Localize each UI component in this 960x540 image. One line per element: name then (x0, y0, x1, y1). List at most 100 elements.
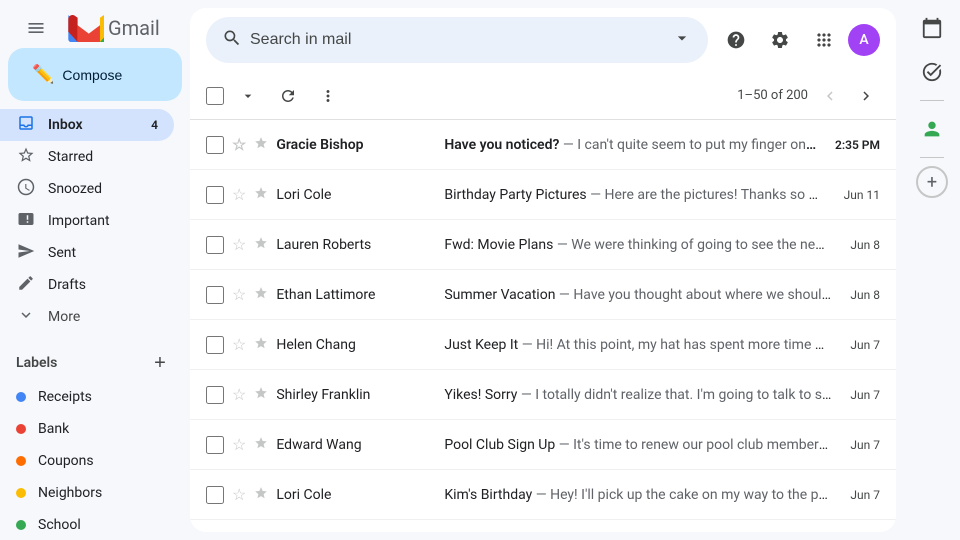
star-icon[interactable]: ☆ (232, 135, 246, 154)
star-icon[interactable]: ☆ (232, 185, 246, 204)
email-row[interactable]: ☆ Edward Wang Pool Club Sign Up — It's t… (190, 420, 896, 470)
email-checkbox[interactable] (206, 336, 224, 354)
sent-icon (16, 242, 36, 265)
email-row[interactable]: ☆ Lauren Roberts Fwd: Movie Plans — We w… (190, 220, 896, 270)
star-icon[interactable]: ☆ (232, 385, 246, 404)
right-sidebar-divider2 (920, 157, 944, 158)
label-dot-coupons (16, 456, 26, 466)
email-sender: Ethan Lattimore (276, 287, 436, 303)
add-label-button[interactable]: + (146, 349, 174, 377)
help-button[interactable] (716, 20, 756, 60)
compose-button[interactable]: ✏️ Compose (8, 48, 182, 101)
contacts-icon-btn[interactable] (912, 109, 952, 149)
email-date: Jun 7 (850, 488, 880, 502)
sidebar-item-starred[interactable]: Starred (0, 141, 174, 173)
sent-label: Sent (48, 245, 76, 261)
email-checkbox[interactable] (206, 486, 224, 504)
pagination-info: 1–50 of 200 (737, 82, 880, 110)
email-checkbox[interactable] (206, 386, 224, 404)
email-row[interactable]: ☆ Lori Cole Birthday Party Pictures — He… (190, 170, 896, 220)
select-all-checkbox[interactable] (206, 87, 224, 105)
nav-more-label: More (48, 309, 80, 325)
email-checkbox[interactable] (206, 236, 224, 254)
email-sender: Lori Cole (276, 487, 436, 503)
email-checkbox[interactable] (206, 286, 224, 304)
sidebar-item-inbox[interactable]: Inbox 4 (0, 109, 174, 141)
main-content: A 1–50 of 200 ☆ Gracie B (190, 8, 896, 532)
email-row[interactable]: ☆ Janice Castro Fwd: End of the Year Par… (190, 520, 896, 532)
label-bank[interactable]: Bank (0, 413, 174, 445)
email-snippet: — I can't quite seem to put my finger on… (559, 137, 819, 153)
star-icon[interactable]: ☆ (232, 285, 246, 304)
email-row[interactable]: ☆ Shirley Franklin Yikes! Sorry — I tota… (190, 370, 896, 420)
label-receipts-text: Receipts (38, 389, 92, 405)
next-page-button[interactable] (852, 82, 880, 110)
label-school-text: School (38, 517, 81, 533)
star-icon[interactable]: ☆ (232, 335, 246, 354)
important-icon (254, 386, 268, 404)
right-sidebar-divider (920, 100, 944, 101)
email-checkbox[interactable] (206, 186, 224, 204)
label-dot-school (16, 520, 26, 530)
calendar-icon-btn[interactable] (912, 8, 952, 48)
email-checkbox[interactable] (206, 136, 224, 154)
important-icon (254, 136, 268, 154)
sidebar-item-snoozed[interactable]: Snoozed (0, 173, 174, 205)
starred-icon (16, 146, 36, 169)
more-icon (16, 306, 36, 329)
refresh-button[interactable] (272, 80, 304, 112)
labels-header: Labels + (0, 341, 190, 381)
menu-button[interactable] (16, 8, 56, 48)
more-options-button[interactable] (312, 80, 344, 112)
topbar-icons: A (716, 20, 880, 60)
top-bar: A (190, 8, 896, 72)
star-icon[interactable]: ☆ (232, 485, 246, 504)
sidebar-item-sent[interactable]: Sent (0, 237, 174, 269)
important-icon (16, 210, 36, 233)
select-dropdown-button[interactable] (232, 80, 264, 112)
email-subject: Kim's Birthday (444, 487, 532, 503)
sidebar-item-drafts[interactable]: Drafts (0, 269, 174, 301)
settings-button[interactable] (760, 20, 800, 60)
label-dot-receipts (16, 392, 26, 402)
email-row[interactable]: ☆ Lori Cole Kim's Birthday — Hey! I'll p… (190, 470, 896, 520)
email-sender: Lori Cole (276, 187, 436, 203)
email-subject: Just Keep It (444, 337, 518, 353)
tasks-icon-btn[interactable] (912, 52, 952, 92)
sidebar-item-important[interactable]: Important (0, 205, 174, 237)
drafts-icon (16, 274, 36, 297)
label-coupons[interactable]: Coupons (0, 445, 174, 477)
label-neighbors[interactable]: Neighbors (0, 477, 174, 509)
label-receipts[interactable]: Receipts (0, 381, 174, 413)
important-icon (254, 186, 268, 204)
sidebar-more-button[interactable]: More (0, 301, 190, 333)
email-subject-line: Kim's Birthday — Hey! I'll pick up the c… (444, 487, 834, 503)
email-sender: Shirley Franklin (276, 387, 436, 403)
prev-page-button[interactable] (816, 82, 844, 110)
star-icon[interactable]: ☆ (232, 435, 246, 454)
email-row[interactable]: ☆ Ethan Lattimore Summer Vacation — Have… (190, 270, 896, 320)
inbox-icon (16, 114, 36, 137)
user-avatar[interactable]: A (848, 24, 880, 56)
apps-button[interactable] (804, 20, 844, 60)
search-dropdown-icon[interactable] (672, 28, 692, 52)
email-subject: Birthday Party Pictures (444, 187, 586, 203)
email-checkbox[interactable] (206, 436, 224, 454)
email-subject-line: Just Keep It — Hi! At this point, my hat… (444, 337, 834, 353)
important-icon (254, 486, 268, 504)
search-input[interactable] (250, 31, 664, 49)
important-icon (254, 286, 268, 304)
email-date: Jun 7 (850, 388, 880, 402)
email-snippet: — Hey! I'll pick up the cake on my way t… (532, 487, 834, 503)
add-app-button[interactable]: + (916, 166, 948, 198)
email-subject-line: Summer Vacation — Have you thought about… (444, 287, 834, 303)
star-icon[interactable]: ☆ (232, 235, 246, 254)
inbox-badge: 4 (151, 118, 158, 132)
email-row[interactable]: ☆ Gracie Bishop Have you noticed? — I ca… (190, 120, 896, 170)
label-school[interactable]: School (0, 509, 174, 540)
email-snippet: — Hi! At this point, my hat has spent mo… (518, 337, 834, 353)
email-date: Jun 11 (844, 188, 880, 202)
important-label: Important (48, 213, 110, 229)
labels-title: Labels (16, 355, 57, 371)
email-row[interactable]: ☆ Helen Chang Just Keep It — Hi! At this… (190, 320, 896, 370)
